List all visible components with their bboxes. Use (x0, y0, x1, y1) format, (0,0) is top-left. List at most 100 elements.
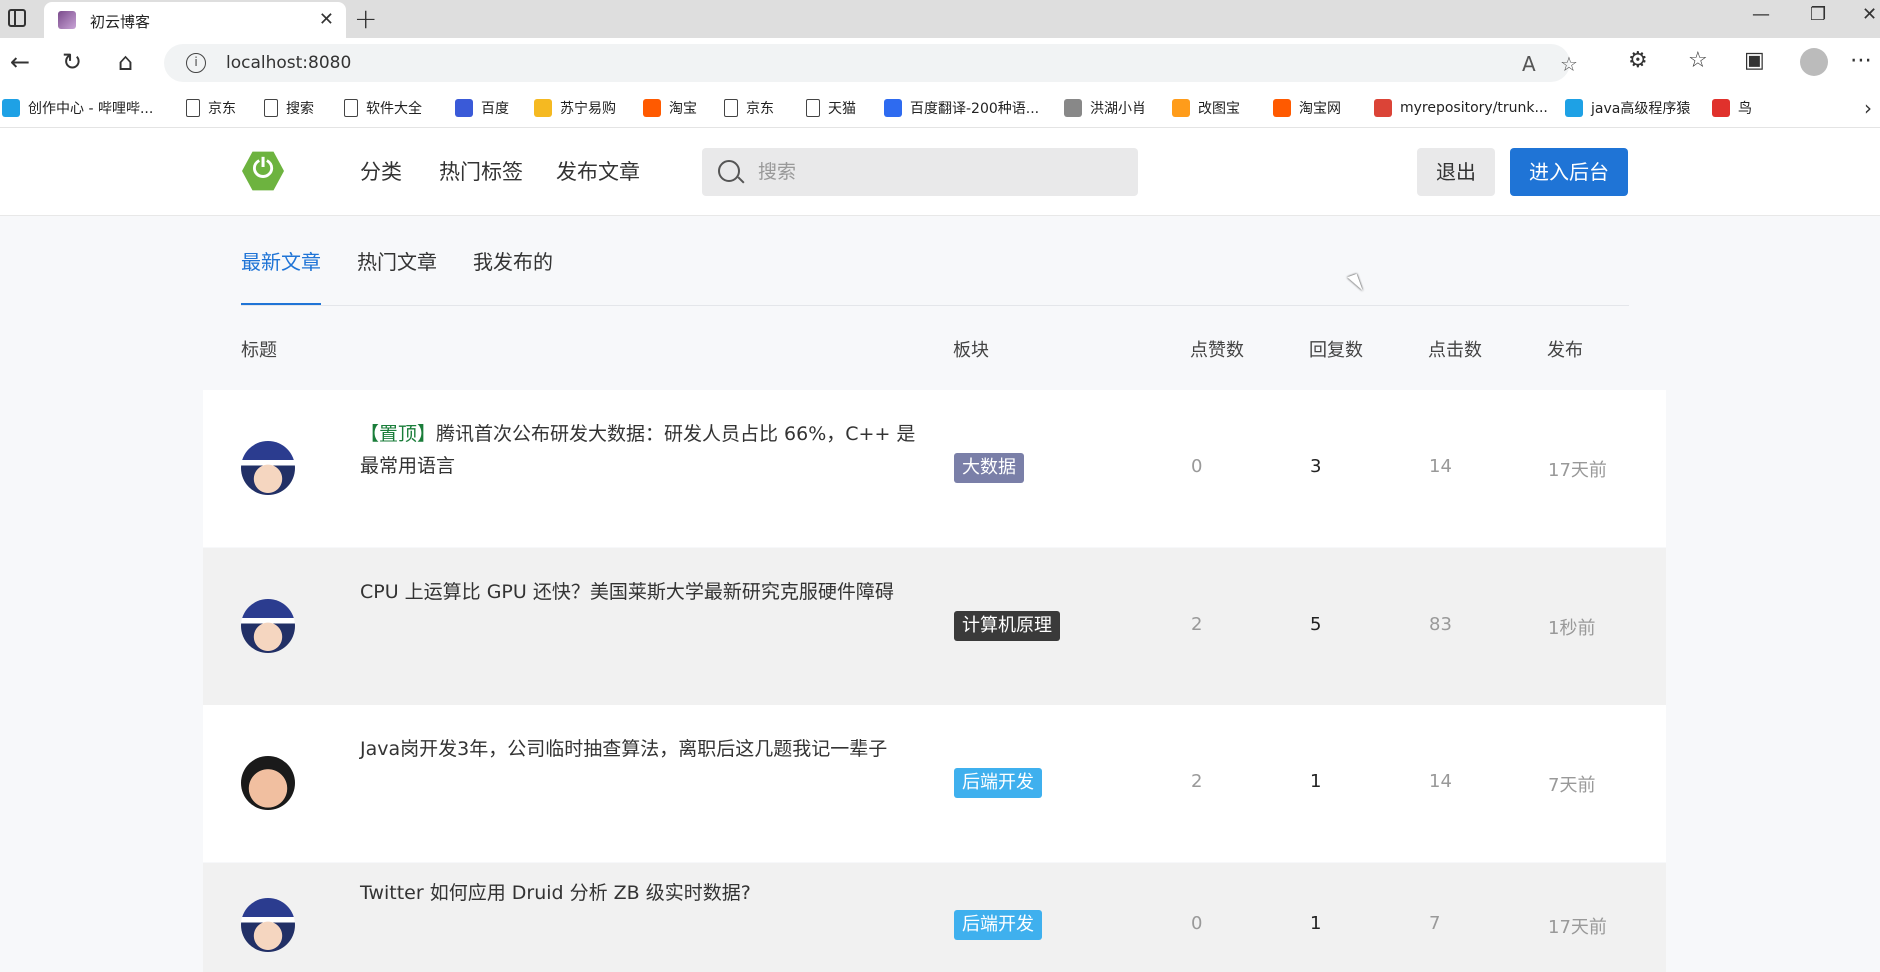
restore-icon[interactable]: ❐ (1810, 4, 1826, 25)
new-tab-icon[interactable]: + (354, 2, 377, 35)
profile-avatar[interactable] (1800, 48, 1828, 76)
bookmark-item[interactable]: 改图宝 (1172, 94, 1240, 122)
article-title[interactable]: Twitter 如何应用 Druid 分析 ZB 级实时数据? (360, 877, 920, 909)
page-icon (186, 99, 200, 117)
clicks-count: 14 (1429, 771, 1452, 792)
article-title-text[interactable]: CPU 上运算比 GPU 还快？美国莱斯大学最新研究克服硬件障碍 (360, 581, 894, 603)
section-tag[interactable]: 计算机原理 (954, 611, 1060, 641)
avatar[interactable] (241, 441, 295, 495)
bookmark-label: 软件大全 (366, 101, 422, 117)
spring-logo-icon[interactable] (242, 151, 284, 191)
tab-latest[interactable]: 最新文章 (241, 246, 321, 305)
close-tab-icon[interactable]: ✕ (319, 9, 334, 30)
bookmark-item[interactable]: 百度翻译-200种语... (884, 94, 1039, 122)
article-title[interactable]: CPU 上运算比 GPU 还快？美国莱斯大学最新研究克服硬件障碍 (360, 576, 920, 608)
minimize-icon[interactable]: — (1752, 4, 1770, 25)
table-row[interactable]: CPU 上运算比 GPU 还快？美国莱斯大学最新研究克服硬件障碍 计算机原理 2 5 8… (203, 548, 1666, 705)
bookmark-item[interactable]: java高级程序猿 (1565, 94, 1690, 122)
bird-icon (1712, 99, 1730, 117)
likes-count: 2 (1191, 614, 1203, 635)
bookmark-item[interactable]: 天猫 (806, 94, 856, 122)
bookmark-item[interactable]: myrepository/trunk... (1374, 94, 1548, 122)
browser-tab[interactable]: 初云博客 ✕ (44, 2, 346, 38)
likes-count: 2 (1191, 771, 1203, 792)
avatar[interactable] (241, 756, 295, 810)
read-aloud-icon[interactable]: A (1522, 52, 1536, 76)
page-icon (264, 99, 278, 117)
bookmark-item[interactable]: 京东 (186, 94, 236, 122)
bilibili-icon (1565, 99, 1583, 117)
url-text[interactable]: localhost:8080 (226, 53, 351, 73)
section-tag[interactable]: 大数据 (954, 453, 1024, 483)
logout-button[interactable]: 退出 (1417, 148, 1495, 196)
section-tag[interactable]: 后端开发 (954, 910, 1042, 940)
article-title[interactable]: Java岗开发3年，公司临时抽查算法，离职后这几题我记一辈子 (360, 733, 920, 765)
bookmark-label: 百度翻译-200种语... (910, 101, 1040, 117)
page-icon (806, 99, 820, 117)
page-icon (724, 99, 738, 117)
nav-publish[interactable]: 发布文章 (556, 156, 640, 186)
bookmark-item[interactable]: 软件大全 (344, 94, 422, 122)
bookmark-label: java高级程序猿 (1591, 101, 1691, 117)
site-info-icon[interactable]: i (186, 53, 206, 73)
header-title: 标题 (241, 340, 277, 361)
article-title-text[interactable]: Java岗开发3年，公司临时抽查算法，离职后这几题我记一辈子 (360, 738, 887, 760)
replies-count: 3 (1310, 456, 1322, 477)
bookmarks-more-icon[interactable]: › (1864, 96, 1872, 120)
header-published: 发布 (1547, 340, 1583, 361)
nav-hot-tags[interactable]: 热门标签 (439, 156, 523, 186)
more-icon[interactable]: ⋯ (1850, 48, 1872, 73)
bookmark-item[interactable]: 苏宁易购 (534, 94, 616, 122)
collections-icon[interactable]: ▣ (1744, 48, 1765, 73)
table-row[interactable]: Java岗开发3年，公司临时抽查算法，离职后这几题我记一辈子 后端开发 2 1 14 7天… (203, 705, 1666, 862)
close-window-icon[interactable]: ✕ (1862, 4, 1877, 25)
admin-button[interactable]: 进入后台 (1510, 148, 1628, 196)
bookmark-label: 淘宝网 (1299, 101, 1341, 117)
header-section: 板块 (953, 340, 989, 361)
bookmark-label: 洪湖小肖 (1090, 101, 1146, 117)
bookmark-label: 京东 (208, 101, 236, 117)
search-input[interactable] (758, 158, 1118, 186)
tab-hot[interactable]: 热门文章 (357, 246, 437, 303)
site-header: 分类 热门标签 发布文章 退出 进入后台 (0, 128, 1880, 216)
likes-count: 0 (1191, 456, 1203, 477)
bookmark-item[interactable]: 鸟 (1712, 94, 1752, 122)
table-row[interactable]: 【置顶】腾讯首次公布研发大数据：研发人员占比 66%，C++ 是最常用语言大数据… (203, 390, 1666, 547)
extensions-icon[interactable]: ⚙ (1628, 48, 1648, 73)
replies-count: 5 (1310, 614, 1322, 635)
browser-tab-bar: 初云博客 ✕ + — ❐ ✕ (0, 0, 1880, 38)
avatar[interactable] (241, 898, 295, 952)
tab-mine[interactable]: 我发布的 (473, 246, 553, 303)
bookmark-item[interactable]: 创作中心 - 哔哩哔... (2, 94, 153, 122)
bookmark-label: 淘宝 (669, 101, 697, 117)
bilibili-icon (2, 99, 20, 117)
bookmark-item[interactable]: 淘宝 (643, 94, 697, 122)
back-icon[interactable]: ← (10, 50, 30, 74)
search-icon (718, 160, 740, 182)
replies-count: 1 (1310, 771, 1322, 792)
header-clicks: 点击数 (1428, 340, 1482, 361)
tab-actions-icon[interactable] (8, 9, 26, 27)
url-field[interactable]: i localhost:8080 A ☆ (164, 44, 1578, 82)
taobao-icon (1273, 99, 1291, 117)
bookmark-item[interactable]: 淘宝网 (1273, 94, 1341, 122)
article-title-text[interactable]: 腾讯首次公布研发大数据：研发人员占比 66%，C++ 是最常用语言 (360, 423, 915, 477)
refresh-icon[interactable]: ↻ (62, 50, 82, 74)
avatar[interactable] (241, 599, 295, 653)
section-tag[interactable]: 后端开发 (954, 768, 1042, 798)
article-title[interactable]: 【置顶】腾讯首次公布研发大数据：研发人员占比 66%，C++ 是最常用语言 (360, 418, 920, 482)
bookmark-item[interactable]: 百度 (455, 94, 509, 122)
add-favorite-icon[interactable]: ☆ (1560, 52, 1578, 76)
table-row[interactable]: Twitter 如何应用 Druid 分析 ZB 级实时数据? 后端开发 0 1 7 17… (203, 863, 1666, 972)
bookmark-item[interactable]: 京东 (724, 94, 774, 122)
bookmark-label: 创作中心 - 哔哩哔... (28, 101, 154, 117)
home-icon[interactable]: ⌂ (118, 50, 133, 74)
bookmark-label: 百度 (481, 101, 509, 117)
publish-time: 17天前 (1548, 460, 1607, 481)
bookmark-item[interactable]: 洪湖小肖 (1064, 94, 1146, 122)
nav-category[interactable]: 分类 (360, 156, 402, 186)
favorites-icon[interactable]: ☆ (1688, 48, 1708, 73)
bookmark-item[interactable]: 搜索 (264, 94, 314, 122)
article-title-text[interactable]: Twitter 如何应用 Druid 分析 ZB 级实时数据? (360, 882, 751, 904)
search-box[interactable] (702, 148, 1138, 196)
